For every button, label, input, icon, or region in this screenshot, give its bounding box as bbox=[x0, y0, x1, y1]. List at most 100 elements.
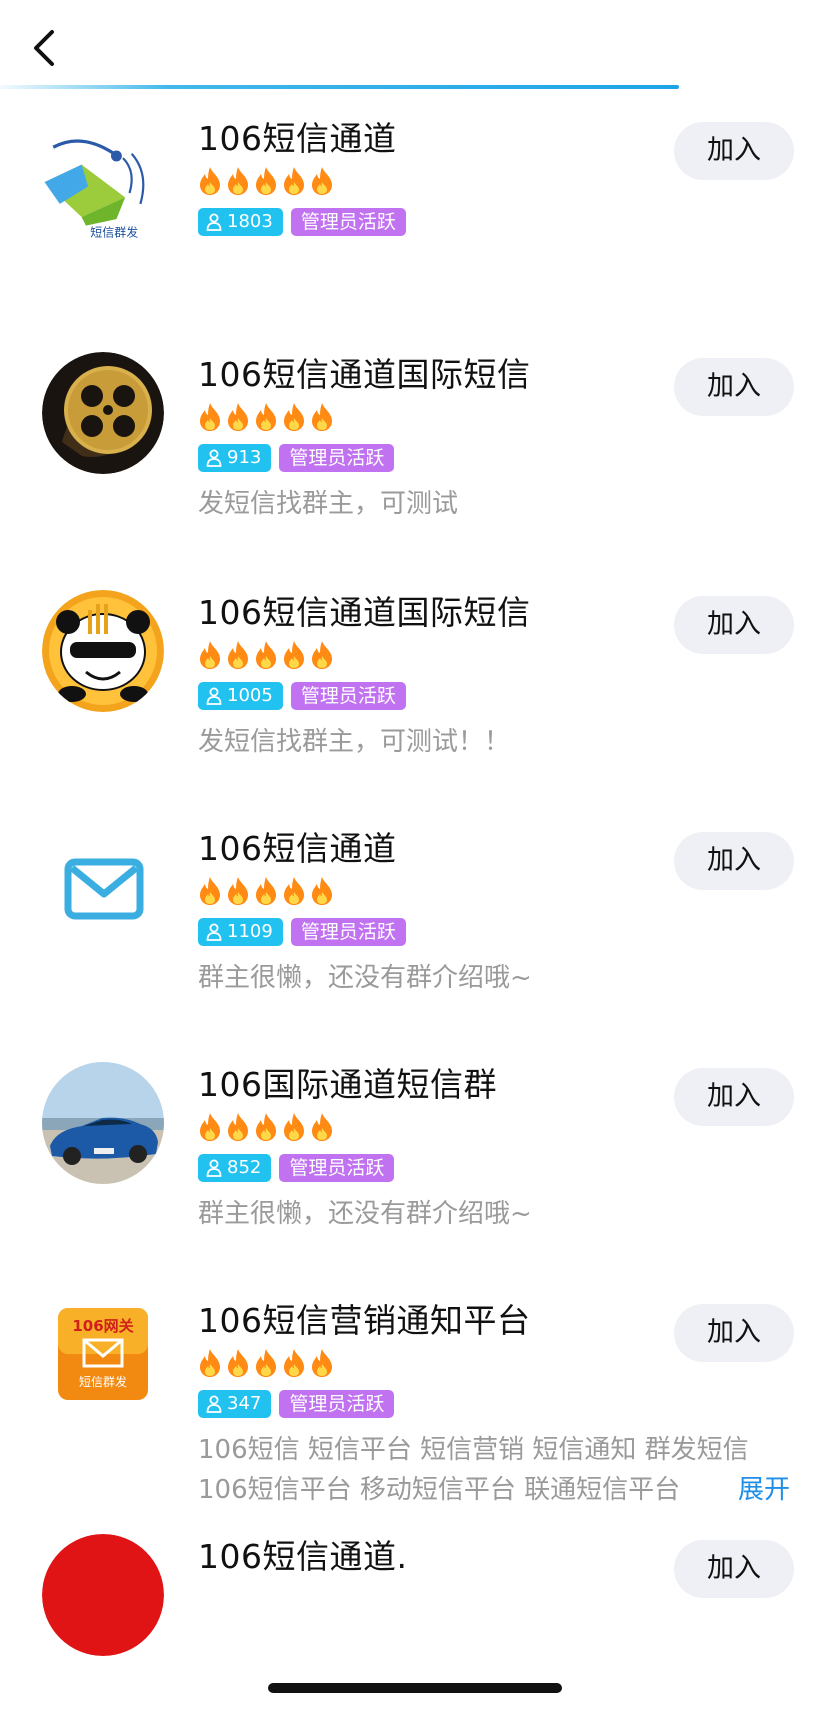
admin-active-badge: 管理员活跃 bbox=[279, 1154, 395, 1182]
flame-icon bbox=[200, 641, 220, 669]
member-count-badge: 913 bbox=[198, 444, 272, 472]
film-reel-icon bbox=[42, 352, 164, 474]
group-name: 106短信营销通知平台 bbox=[198, 1301, 531, 1340]
flame-icon bbox=[228, 877, 248, 905]
group-name: 106短信通道 bbox=[198, 119, 397, 158]
flame-icon bbox=[200, 403, 220, 431]
flame-icon bbox=[200, 877, 220, 905]
group-name: 106短信通道国际短信 bbox=[198, 355, 531, 394]
group-name: 106短信通道. bbox=[198, 1537, 408, 1576]
admin-active-badge: 管理员活跃 bbox=[279, 1390, 395, 1418]
group-avatar: 106网关 短信群发 bbox=[42, 1298, 164, 1420]
activity-rating bbox=[198, 1112, 334, 1142]
flame-icon bbox=[228, 641, 248, 669]
flame-icon bbox=[256, 641, 276, 669]
group-description: 106短信 短信平台 短信营销 短信通知 群发短信 bbox=[198, 1435, 749, 1465]
join-button[interactable]: 加入 bbox=[674, 358, 794, 416]
group-badges: 913 管理员活跃 bbox=[198, 444, 395, 472]
member-count-badge: 1803 bbox=[198, 208, 283, 236]
group-list-item[interactable]: 短信群发 106短信通道 1803 管理员活跃 加入 bbox=[0, 116, 828, 356]
member-count-badge: 1109 bbox=[198, 918, 283, 946]
member-count: 1109 bbox=[227, 921, 273, 942]
person-icon bbox=[206, 1159, 222, 1177]
flame-icon bbox=[312, 641, 332, 669]
flame-icon bbox=[284, 1349, 304, 1377]
join-button[interactable]: 加入 bbox=[674, 122, 794, 180]
admin-active-badge: 管理员活跃 bbox=[279, 444, 395, 472]
group-avatar bbox=[42, 826, 164, 948]
group-avatar bbox=[42, 1062, 164, 1184]
group-avatar bbox=[42, 1534, 164, 1656]
person-icon bbox=[206, 1395, 222, 1413]
panda-icon bbox=[42, 590, 164, 712]
person-icon bbox=[206, 923, 222, 941]
group-avatar: 短信群发 bbox=[38, 132, 150, 244]
join-button[interactable]: 加入 bbox=[674, 1068, 794, 1126]
group-description: 发短信找群主，可测试 bbox=[198, 489, 459, 519]
flame-icon bbox=[200, 167, 220, 195]
join-button[interactable]: 加入 bbox=[674, 1304, 794, 1362]
member-count-badge: 1005 bbox=[198, 682, 283, 710]
member-count: 852 bbox=[227, 1157, 262, 1178]
flame-icon bbox=[284, 641, 304, 669]
admin-active-badge: 管理员活跃 bbox=[290, 682, 406, 710]
group-list-item[interactable]: 106短信通道国际短信 913 管理员活跃 发短信找群主，可测试 加入 bbox=[0, 352, 828, 592]
avatar-logo-caption: 短信群发 bbox=[79, 1374, 127, 1389]
flame-icon bbox=[256, 1113, 276, 1141]
group-name: 106国际通道短信群 bbox=[198, 1065, 497, 1104]
group-list-item[interactable]: 106网关 短信群发 106短信营销通知平台 347 管理员活跃 106短信 短… bbox=[0, 1298, 828, 1538]
join-button[interactable]: 加入 bbox=[674, 596, 794, 654]
admin-active-badge: 管理员活跃 bbox=[290, 208, 406, 236]
flame-icon bbox=[284, 403, 304, 431]
text-fade-overlay bbox=[686, 1472, 736, 1508]
group-description: 群主很懒，还没有群介绍哦~ bbox=[198, 1199, 532, 1229]
member-count: 1803 bbox=[227, 211, 273, 232]
group-badges: 1109 管理员活跃 bbox=[198, 918, 406, 946]
group-list: 短信群发 106短信通道 1803 管理员活跃 加入 106短信通道国际短信 9… bbox=[0, 0, 828, 1710]
member-count-badge: 852 bbox=[198, 1154, 272, 1182]
home-indicator bbox=[268, 1683, 562, 1693]
red-circle-icon bbox=[42, 1534, 164, 1656]
flame-icon bbox=[256, 877, 276, 905]
group-badges: 347 管理员活跃 bbox=[198, 1390, 395, 1418]
join-button[interactable]: 加入 bbox=[674, 832, 794, 890]
flame-icon bbox=[200, 1113, 220, 1141]
group-search-results-page: 短信群发 106短信通道 1803 管理员活跃 加入 106短信通道国际短信 9… bbox=[0, 0, 828, 1710]
group-description: 发短信找群主，可测试！！ bbox=[198, 727, 511, 757]
activity-rating bbox=[198, 1348, 334, 1378]
activity-rating bbox=[198, 640, 334, 670]
group-list-item[interactable]: 106短信通道 1109 管理员活跃 群主很懒，还没有群介绍哦~ 加入 bbox=[0, 826, 828, 1066]
member-count: 347 bbox=[227, 1393, 262, 1414]
group-badges: 1005 管理员活跃 bbox=[198, 682, 406, 710]
admin-active-badge: 管理员活跃 bbox=[290, 918, 406, 946]
flame-icon bbox=[256, 167, 276, 195]
flame-icon bbox=[312, 403, 332, 431]
group-badges: 1803 管理员活跃 bbox=[198, 208, 406, 236]
106-gateway-logo-icon: 106网关 短信群发 bbox=[42, 1298, 164, 1420]
person-icon bbox=[206, 213, 222, 231]
group-list-item[interactable]: 106短信通道国际短信 1005 管理员活跃 发短信找群主，可测试！！ 加入 bbox=[0, 590, 828, 830]
group-name: 106短信通道 bbox=[198, 829, 397, 868]
flame-icon bbox=[200, 1349, 220, 1377]
flame-icon bbox=[256, 403, 276, 431]
person-icon bbox=[206, 449, 222, 467]
flame-icon bbox=[228, 1349, 248, 1377]
group-name: 106短信通道国际短信 bbox=[198, 593, 531, 632]
join-button[interactable]: 加入 bbox=[674, 1540, 794, 1598]
flame-icon bbox=[284, 877, 304, 905]
flame-icon bbox=[228, 403, 248, 431]
blue-car-icon bbox=[42, 1062, 164, 1184]
flame-icon bbox=[312, 167, 332, 195]
flame-icon bbox=[228, 167, 248, 195]
activity-rating bbox=[198, 402, 334, 432]
group-list-item[interactable]: 106国际通道短信群 852 管理员活跃 群主很懒，还没有群介绍哦~ 加入 bbox=[0, 1062, 828, 1302]
group-description-line-2: 106短信平台 移动短信平台 联通短信平台 bbox=[198, 1475, 681, 1505]
expand-link[interactable]: 展开 bbox=[738, 1472, 790, 1508]
sms-bulk-logo-icon: 短信群发 bbox=[38, 132, 150, 244]
flame-icon bbox=[312, 1349, 332, 1377]
member-count-badge: 347 bbox=[198, 1390, 272, 1418]
flame-icon bbox=[256, 1349, 276, 1377]
avatar-caption: 短信群发 bbox=[90, 225, 138, 240]
group-description: 群主很懒，还没有群介绍哦~ bbox=[198, 963, 532, 993]
flame-icon bbox=[312, 1113, 332, 1141]
